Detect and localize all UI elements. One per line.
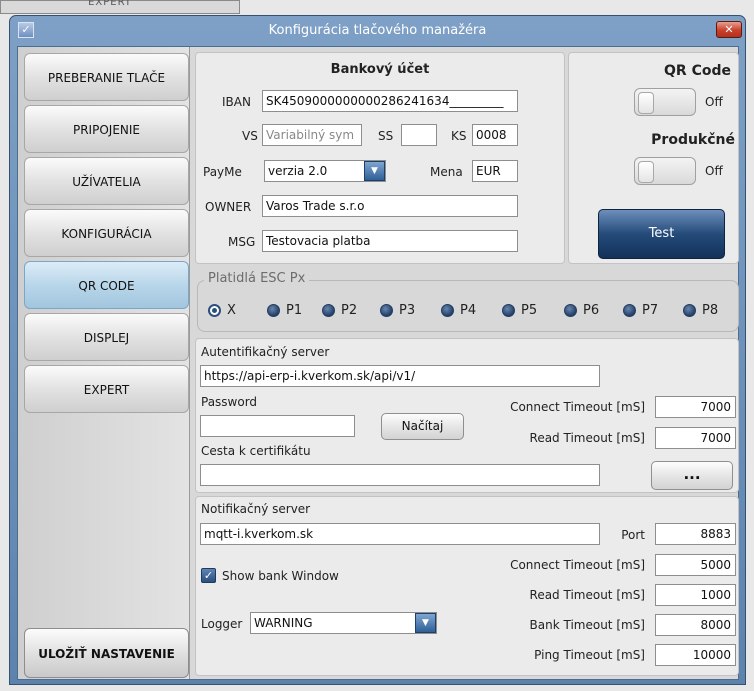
- mena-field[interactable]: EUR: [472, 160, 518, 182]
- notif-server-field[interactable]: mqtt-i.kverkom.sk: [200, 523, 600, 545]
- close-icon[interactable]: ✕: [716, 21, 742, 38]
- port-field[interactable]: 8883: [655, 523, 736, 545]
- payme-label: PayMe: [203, 165, 242, 179]
- qr-code-toggle-label: Off: [705, 95, 723, 109]
- production-heading: Produkčné: [651, 132, 735, 148]
- esc-radio-p4[interactable]: [441, 304, 454, 317]
- msg-label: MSG: [228, 235, 256, 249]
- bank-account-heading: Bankový účet: [330, 62, 430, 77]
- ss-label: SS: [378, 129, 394, 143]
- qr-code-toggle[interactable]: [634, 88, 696, 116]
- auth-connect-timeout-label: Connect Timeout [mS]: [510, 400, 645, 414]
- esc-radio-label: P8: [702, 303, 719, 318]
- browse-button[interactable]: ...: [651, 461, 733, 490]
- esc-radio-p8[interactable]: [683, 304, 696, 317]
- ping-timeout-field[interactable]: 10000: [655, 644, 736, 666]
- auth-server-field[interactable]: https://api-erp-i.kverkom.sk/api/v1/: [200, 365, 600, 387]
- sidebar-item-displej[interactable]: DISPLEJ: [24, 313, 189, 361]
- title-bar[interactable]: ✓ Konfigurácia tlačového manažéra ✕: [10, 16, 745, 46]
- toggle-knob: [638, 92, 654, 114]
- ping-timeout-label: Ping Timeout [mS]: [534, 648, 645, 662]
- sidebar-item-expert[interactable]: EXPERT: [24, 365, 189, 413]
- chevron-down-icon[interactable]: ▼: [364, 161, 385, 181]
- esc-radio-label: P5: [521, 303, 538, 318]
- cert-label: Cesta k certifikátu: [201, 444, 311, 458]
- chevron-down-icon[interactable]: ▼: [415, 613, 436, 633]
- auth-read-timeout-field[interactable]: 7000: [655, 427, 736, 449]
- esc-radio-label: P4: [460, 303, 477, 318]
- show-bank-window-checkbox[interactable]: ✓: [201, 568, 216, 583]
- ks-field[interactable]: 0008: [472, 124, 518, 146]
- esc-radio-label: P6: [583, 303, 600, 318]
- production-toggle-label: Off: [705, 164, 723, 178]
- bank-timeout-field[interactable]: 8000: [655, 614, 736, 636]
- save-settings-button[interactable]: ULOŽIŤ NASTAVENIE: [24, 628, 189, 678]
- notif-server-label: Notifikačný server: [201, 502, 311, 516]
- owner-field[interactable]: Varos Trade s.r.o: [262, 195, 518, 217]
- sidebar-item-konfiguracia[interactable]: KONFIGURÁCIA: [24, 209, 189, 257]
- esc-radio-p1[interactable]: [267, 304, 280, 317]
- esc-radio-label: X: [227, 303, 236, 318]
- qr-code-heading: QR Code: [664, 63, 731, 79]
- sidebar-item-uzivatelia[interactable]: UŽÍVATELIA: [24, 157, 189, 205]
- payme-select-value: verzia 2.0: [268, 164, 328, 178]
- esc-radio-x[interactable]: [208, 304, 221, 317]
- esc-radio-label: P2: [341, 303, 358, 318]
- load-button[interactable]: Načítaj: [381, 413, 464, 440]
- msg-field[interactable]: Testovacia platba: [262, 230, 518, 252]
- iban-label: IBAN: [222, 95, 251, 109]
- esc-radio-label: P1: [286, 303, 303, 318]
- password-label: Password: [201, 395, 258, 409]
- iban-field[interactable]: SK4509000000000286241634_________: [262, 90, 518, 112]
- port-label: Port: [621, 528, 645, 542]
- auth-server-label: Autentifikačný server: [201, 345, 330, 359]
- bank-timeout-label: Bank Timeout [mS]: [529, 618, 645, 632]
- cert-field[interactable]: [200, 464, 600, 486]
- esc-radio-p3[interactable]: [380, 304, 393, 317]
- esc-radio-p6[interactable]: [564, 304, 577, 317]
- esc-radio-p2[interactable]: [322, 304, 335, 317]
- esc-radio-p7[interactable]: [623, 304, 636, 317]
- toggle-knob: [638, 161, 654, 183]
- dialog-title: Konfigurácia tlačového manažéra: [268, 23, 487, 38]
- password-field[interactable]: [200, 415, 355, 437]
- auth-read-timeout-label: Read Timeout [mS]: [529, 431, 645, 445]
- test-button[interactable]: Test: [598, 209, 725, 259]
- logger-select[interactable]: WARNING: [250, 612, 437, 634]
- mena-label: Mena: [430, 165, 463, 179]
- vs-field[interactable]: Variabilný sym: [262, 124, 362, 146]
- notif-read-timeout-field[interactable]: 1000: [655, 584, 736, 606]
- esc-radio-p5[interactable]: [502, 304, 515, 317]
- notif-read-timeout-label: Read Timeout [mS]: [529, 588, 645, 602]
- ss-field[interactable]: [401, 124, 437, 146]
- logger-select-value: WARNING: [254, 616, 313, 630]
- esc-radio-label: P3: [399, 303, 416, 318]
- background-tab-label: EXPERT: [88, 0, 132, 8]
- sidebar-item-preberanie-tlace[interactable]: PREBERANIE TLAČE: [24, 53, 189, 101]
- production-toggle[interactable]: [634, 157, 696, 185]
- sidebar-item-qr-code[interactable]: QR CODE: [24, 261, 189, 309]
- auth-connect-timeout-field[interactable]: 7000: [655, 396, 736, 418]
- show-bank-window-label: Show bank Window: [222, 569, 339, 583]
- vs-label: VS: [242, 129, 258, 143]
- notif-connect-timeout-label: Connect Timeout [mS]: [510, 558, 645, 572]
- sidebar-item-pripojenie[interactable]: PRIPOJENIE: [24, 105, 189, 153]
- logger-label: Logger: [201, 617, 243, 631]
- esc-group-legend: Platidlá ESC Px: [204, 271, 310, 286]
- esc-radio-label: P7: [642, 303, 659, 318]
- owner-label: OWNER: [205, 200, 252, 214]
- notif-connect-timeout-field[interactable]: 5000: [655, 554, 736, 576]
- ks-label: KS: [451, 129, 467, 143]
